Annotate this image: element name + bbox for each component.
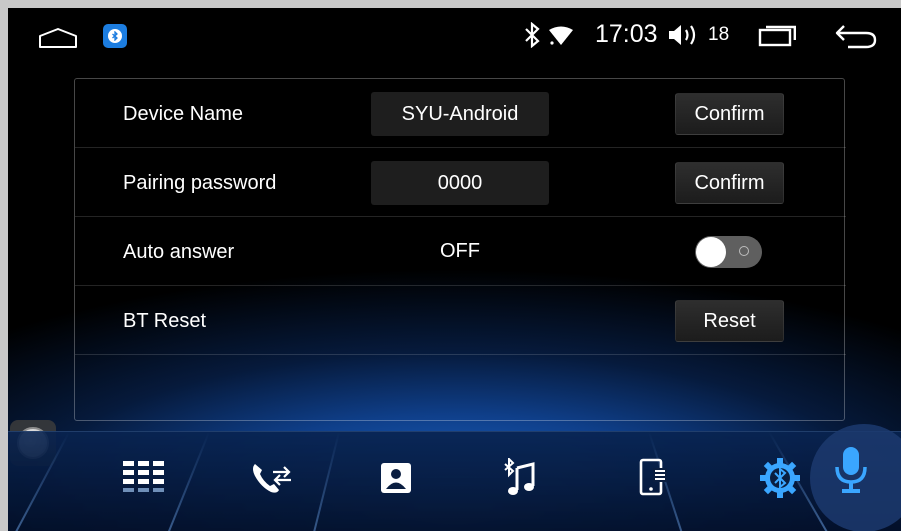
volume-icon[interactable] — [667, 23, 701, 47]
auto-answer-status: OFF — [440, 239, 480, 262]
microphone-icon — [835, 447, 867, 493]
recents-icon[interactable] — [758, 25, 798, 47]
device-name-label: Device Name — [123, 103, 244, 125]
dock-light-streak — [163, 432, 210, 531]
auto-answer-label: Auto answer — [123, 241, 235, 263]
pairing-password-confirm-button[interactable]: Confirm — [675, 162, 784, 204]
call-log-icon[interactable] — [248, 454, 296, 502]
voice-assistant-button[interactable] — [810, 424, 901, 531]
pairing-password-label: Pairing password — [123, 172, 277, 194]
toggle-knob — [696, 237, 726, 267]
clock: 17:03 — [595, 20, 658, 48]
dialpad-icon[interactable] — [120, 454, 168, 502]
device-name-field[interactable]: SYU-Android — [371, 92, 549, 136]
row-device-name: Device Name SYU-Android Confirm — [75, 79, 846, 148]
screen: 17:03 18 Device Name SYU-Android Confirm… — [8, 8, 901, 531]
toggle-off-indicator — [739, 246, 749, 256]
status-bar: 17:03 18 — [8, 8, 901, 64]
dock-light-streak — [11, 432, 70, 531]
bt-reset-button[interactable]: Reset — [675, 300, 784, 342]
volume-level: 18 — [708, 24, 730, 45]
wifi-icon — [549, 26, 573, 45]
dock-light-streak — [308, 432, 340, 531]
bluetooth-app-icon[interactable] — [103, 24, 127, 48]
bt-music-icon[interactable] — [496, 454, 544, 502]
bottom-dock — [8, 424, 901, 531]
bt-reset-label: BT Reset — [123, 310, 206, 332]
pairing-password-field[interactable]: 0000 — [371, 161, 549, 205]
device-name-confirm-button[interactable]: Confirm — [675, 93, 784, 135]
auto-answer-toggle[interactable] — [695, 236, 762, 268]
bluetooth-icon — [525, 22, 540, 48]
row-bt-reset: BT Reset Reset — [75, 286, 846, 355]
phone-sync-icon[interactable] — [630, 454, 678, 502]
bt-settings-icon[interactable] — [756, 454, 804, 502]
back-icon[interactable] — [834, 22, 878, 50]
row-auto-answer: Auto answer OFF — [75, 217, 846, 286]
bluetooth-settings-panel: Device Name SYU-Android Confirm Pairing … — [74, 78, 846, 421]
home-icon[interactable] — [38, 28, 78, 48]
contacts-icon[interactable] — [372, 454, 420, 502]
row-pairing-password: Pairing password 0000 Confirm — [75, 148, 846, 217]
